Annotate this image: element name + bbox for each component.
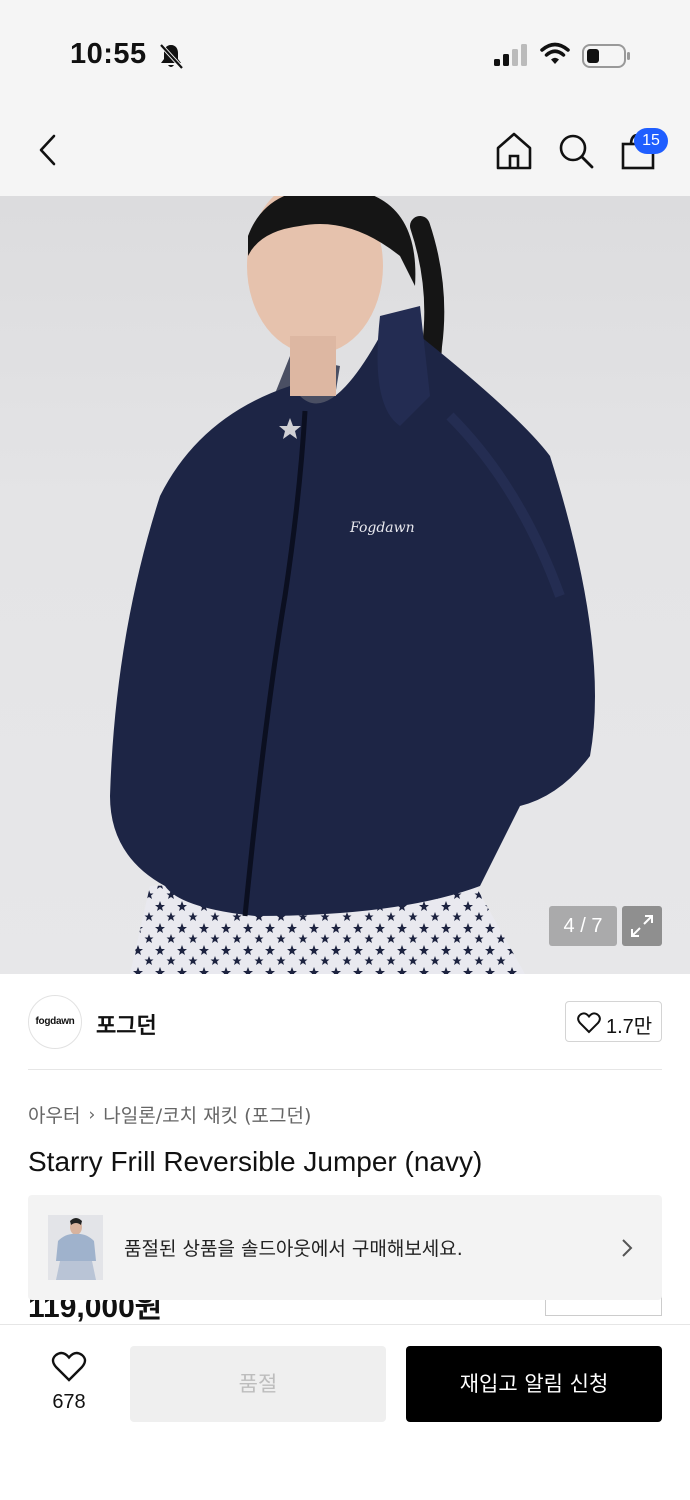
restock-alert-button[interactable]: 재입고 알림 신청 bbox=[406, 1346, 662, 1422]
brand-like-button[interactable]: 1.7만 bbox=[565, 1001, 662, 1042]
status-time: 10:55 bbox=[70, 38, 147, 70]
banner-text: 품절된 상품을 솔드아웃에서 구매해보세요. bbox=[124, 1238, 463, 1260]
image-counter: 4 / 7 bbox=[549, 906, 617, 946]
svg-text:Fogdawn: Fogdawn bbox=[349, 520, 415, 536]
soldout-resale-banner[interactable]: 품절된 상품을 솔드아웃에서 구매해보세요. bbox=[28, 1195, 662, 1300]
home-icon[interactable] bbox=[494, 130, 534, 172]
brand-logo[interactable]: fogdawn bbox=[28, 995, 82, 1049]
brand-name[interactable]: 포그던 bbox=[96, 1008, 157, 1040]
breadcrumb: 아우터 › 나일론/코치 재킷 (포그던) bbox=[28, 1101, 311, 1128]
top-nav-bar bbox=[0, 100, 690, 196]
wishlist-button[interactable]: 678 bbox=[40, 1349, 98, 1419]
chevron-left-icon[interactable] bbox=[30, 130, 66, 170]
cellular-signal-icon bbox=[494, 44, 527, 66]
bottom-action-bar: 678 품절 재입고 알림 신청 bbox=[0, 1324, 690, 1500]
breadcrumb-subcategory[interactable]: 나일론/코치 재킷 (포그던) bbox=[103, 1101, 311, 1128]
chevron-right-icon: › bbox=[88, 1104, 96, 1125]
status-bar: 10:55 bbox=[0, 0, 690, 100]
cart-count-badge: 15 bbox=[634, 128, 668, 154]
brand-like-count: 1.7만 bbox=[606, 1016, 653, 1038]
wishlist-count: 678 bbox=[52, 1391, 86, 1413]
battery-icon bbox=[582, 44, 630, 68]
expand-icon[interactable] bbox=[622, 906, 662, 946]
product-photo: Fogdawn bbox=[110, 196, 595, 974]
wifi-icon bbox=[540, 42, 570, 64]
banner-thumbnail bbox=[48, 1215, 103, 1280]
divider bbox=[28, 1069, 662, 1070]
bell-slash-icon bbox=[159, 43, 184, 70]
soldout-button: 품절 bbox=[130, 1346, 386, 1422]
product-title: Starry Frill Reversible Jumper (navy) bbox=[28, 1146, 483, 1177]
search-icon[interactable] bbox=[556, 130, 596, 172]
heart-icon bbox=[51, 1351, 87, 1382]
heart-icon bbox=[577, 1012, 601, 1034]
breadcrumb-category[interactable]: 아우터 bbox=[28, 1101, 80, 1128]
chevron-right-icon bbox=[622, 1239, 633, 1257]
product-image[interactable]: Fogdawn bbox=[0, 196, 690, 974]
